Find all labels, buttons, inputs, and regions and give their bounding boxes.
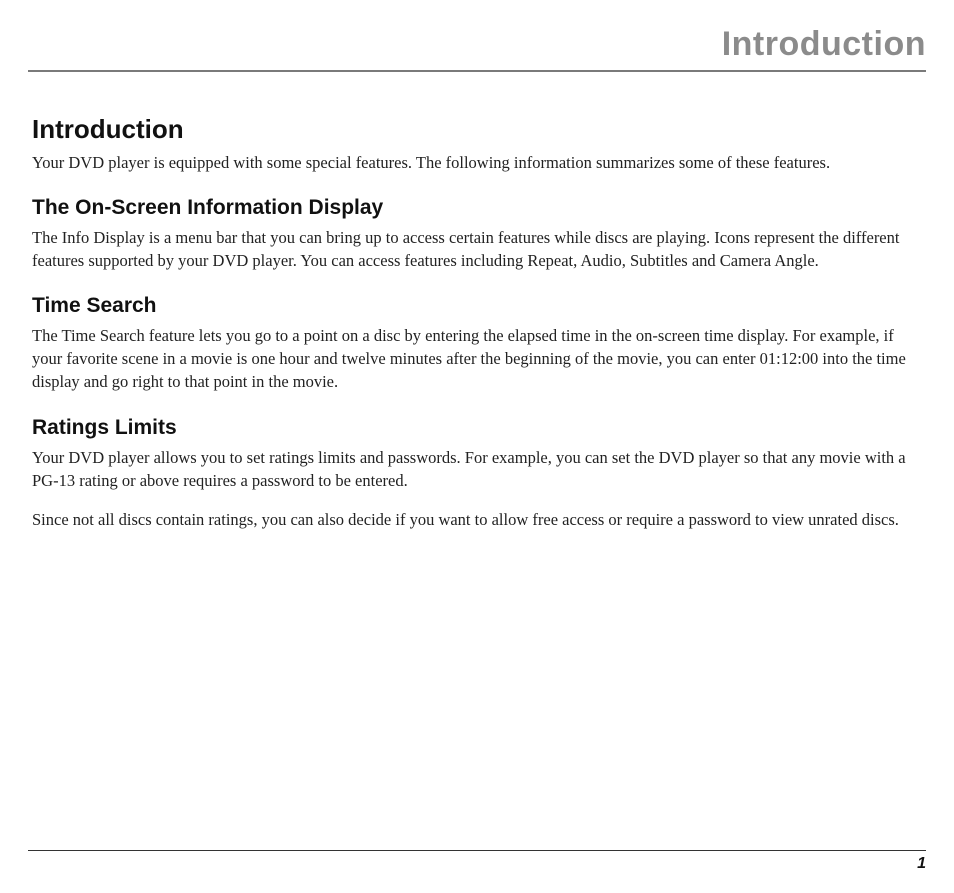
heading-ratings-limits: Ratings Limits xyxy=(32,416,922,440)
chapter-title: Introduction xyxy=(722,27,926,61)
heading-time-search: Time Search xyxy=(32,294,922,318)
chapter-header: Introduction xyxy=(28,30,926,72)
heading-on-screen-information-display: The On-Screen Information Display xyxy=(32,196,922,220)
paragraph: The Time Search feature lets you go to a… xyxy=(32,324,922,393)
content-body: Introduction Your DVD player is equipped… xyxy=(28,114,926,842)
page-number: 1 xyxy=(28,851,926,873)
paragraph: Your DVD player allows you to set rating… xyxy=(32,446,922,492)
section-introduction: Introduction Your DVD player is equipped… xyxy=(32,114,922,174)
paragraph: The Info Display is a menu bar that you … xyxy=(32,226,922,272)
section-ratings-limits: Ratings Limits Your DVD player allows yo… xyxy=(32,416,922,531)
section-time-search: Time Search The Time Search feature lets… xyxy=(32,294,922,393)
paragraph: Since not all discs contain ratings, you… xyxy=(32,508,922,531)
section-on-screen-information-display: The On-Screen Information Display The In… xyxy=(32,196,922,272)
document-page: Introduction Introduction Your DVD playe… xyxy=(0,0,954,893)
page-footer: 1 xyxy=(28,842,926,873)
heading-introduction: Introduction xyxy=(32,114,922,145)
paragraph: Your DVD player is equipped with some sp… xyxy=(32,151,922,174)
